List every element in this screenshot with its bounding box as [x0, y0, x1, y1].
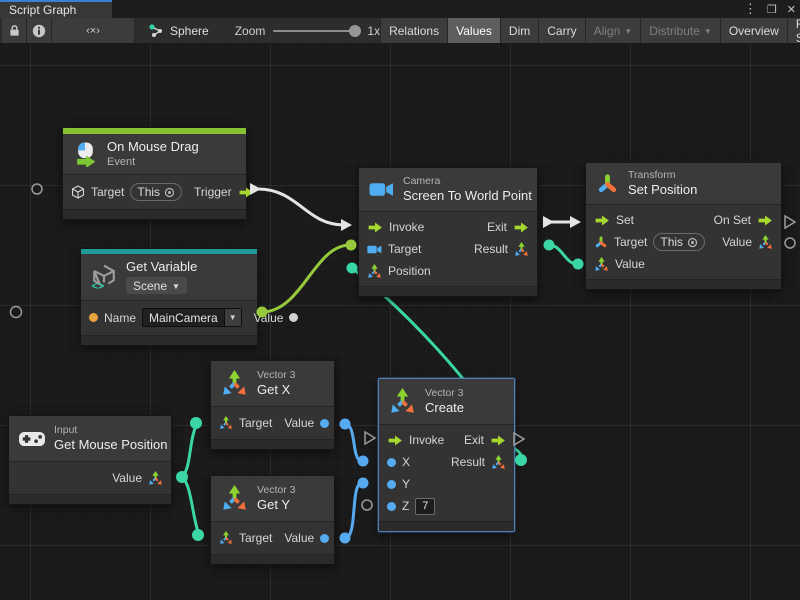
target-picker-icon — [687, 237, 698, 248]
float-output-port[interactable] — [320, 419, 329, 428]
nodes-layer: On Mouse Drag Event Target This Trigger — [0, 0, 800, 600]
vector3-port-icon[interactable] — [367, 264, 382, 279]
node-title: Screen To World Point — [403, 188, 532, 204]
this-label: This — [660, 235, 683, 249]
node-category: Camera — [403, 175, 532, 188]
flow-output-port[interactable] — [238, 187, 254, 198]
this-chip[interactable]: This — [130, 183, 182, 201]
flow-input-port[interactable] — [594, 215, 610, 226]
port-label-value: Value — [284, 531, 314, 545]
port-label-value-out: Value — [722, 235, 752, 249]
port-label-value: Value — [254, 311, 284, 325]
node-title: Get Y — [257, 497, 296, 513]
flow-output-port[interactable] — [757, 215, 773, 226]
port-label-target: Target — [388, 242, 421, 256]
gamepad-icon — [19, 431, 45, 447]
node-get-mouse-position[interactable]: Input Get Mouse Position Value — [8, 415, 172, 505]
node-category: Vector 3 — [257, 369, 296, 382]
node-vector3-create[interactable]: Vector 3 Create Invoke Exit X Result — [378, 378, 515, 532]
z-value-input[interactable]: 7 — [415, 498, 435, 515]
node-title: Set Position — [628, 182, 697, 198]
port-label-target: Target — [614, 235, 647, 249]
vector3-icon — [221, 370, 248, 397]
port-label-invoke: Invoke — [409, 433, 444, 447]
node-get-variable[interactable]: Get Variable Scene ▼ Name MainCamera ▼ V… — [80, 248, 258, 346]
value-output-port[interactable] — [289, 313, 298, 322]
target-picker-icon — [164, 187, 175, 198]
node-title: Get Mouse Position — [54, 437, 167, 453]
node-get-x[interactable]: Vector 3 Get X Target Value — [210, 360, 335, 450]
vector3-port-icon[interactable] — [758, 235, 773, 250]
port-label-target: Target — [239, 416, 272, 430]
node-set-position[interactable]: Transform Set Position Set On Set Target… — [585, 162, 782, 290]
node-subtitle: Event — [107, 155, 199, 169]
flow-input-port[interactable] — [387, 435, 403, 446]
vector3-port-icon[interactable] — [594, 257, 609, 272]
port-label-x: X — [402, 455, 410, 469]
port-label-result: Result — [451, 455, 485, 469]
port-label-position: Position — [388, 264, 431, 278]
string-input-port[interactable] — [89, 313, 98, 322]
node-category: Vector 3 — [425, 387, 464, 400]
node-category: Input — [54, 424, 167, 437]
vector3-port-icon[interactable] — [148, 471, 163, 486]
scope-label: Scene — [133, 279, 167, 293]
float-input-port-x[interactable] — [387, 458, 396, 467]
vector3-port-icon[interactable] — [219, 416, 233, 430]
node-screen-to-world-point[interactable]: Camera Screen To World Point Invoke Exit… — [358, 167, 538, 297]
this-chip[interactable]: This — [653, 233, 705, 251]
node-title: Get Variable — [126, 259, 197, 275]
port-label-name: Name — [104, 311, 136, 325]
vector3-port-icon[interactable] — [514, 242, 529, 257]
flow-output-port[interactable] — [513, 222, 529, 233]
port-label-value: Value — [615, 257, 645, 271]
port-label-z: Z — [402, 499, 409, 513]
mouse-drag-icon — [73, 142, 98, 167]
node-title: On Mouse Drag — [107, 139, 199, 155]
variable-icon — [91, 264, 117, 290]
flow-output-port[interactable] — [490, 435, 506, 446]
node-category: Vector 3 — [257, 484, 296, 497]
port-label-target: Target — [239, 531, 272, 545]
transform-port-icon[interactable] — [594, 235, 608, 249]
vector3-port-icon[interactable] — [219, 531, 233, 545]
port-label-y: Y — [402, 477, 410, 491]
float-input-port-z[interactable] — [387, 502, 396, 511]
node-title: Create — [425, 400, 464, 416]
port-label-result: Result — [474, 242, 508, 256]
port-label-target: Target — [91, 185, 124, 199]
camera-port-icon[interactable] — [367, 244, 382, 255]
port-label-value: Value — [112, 471, 142, 485]
this-label: This — [137, 185, 160, 199]
port-label-value: Value — [284, 416, 314, 430]
variable-name-dropdown[interactable]: MainCamera ▼ — [142, 308, 242, 327]
float-output-port[interactable] — [320, 534, 329, 543]
port-label-exit: Exit — [464, 433, 484, 447]
node-get-y[interactable]: Vector 3 Get Y Target Value — [210, 475, 335, 565]
variable-name-value: MainCamera — [143, 311, 224, 325]
node-on-mouse-drag[interactable]: On Mouse Drag Event Target This Trigger — [62, 127, 247, 220]
port-label-trigger: Trigger — [194, 185, 232, 199]
float-input-port-y[interactable] — [387, 480, 396, 489]
gameobject-icon[interactable] — [71, 185, 85, 199]
vector3-icon — [389, 388, 416, 415]
chevron-down-icon: ▼ — [224, 309, 241, 326]
vector3-icon — [221, 485, 248, 512]
camera-icon — [369, 181, 394, 198]
chevron-down-icon: ▼ — [172, 282, 180, 291]
node-title: Get X — [257, 382, 296, 398]
port-label-exit: Exit — [487, 220, 507, 234]
node-category: Transform — [628, 169, 697, 182]
flow-input-port[interactable] — [367, 222, 383, 233]
transform-icon — [596, 172, 619, 195]
vector3-port-icon[interactable] — [491, 455, 506, 470]
port-label-set: Set — [616, 213, 634, 227]
variable-scope-dropdown[interactable]: Scene ▼ — [126, 277, 187, 294]
port-label-invoke: Invoke — [389, 220, 424, 234]
port-label-on-set: On Set — [714, 213, 751, 227]
unity-script-graph-window: { "window": { "tab": "Script Graph", "me… — [0, 0, 800, 600]
